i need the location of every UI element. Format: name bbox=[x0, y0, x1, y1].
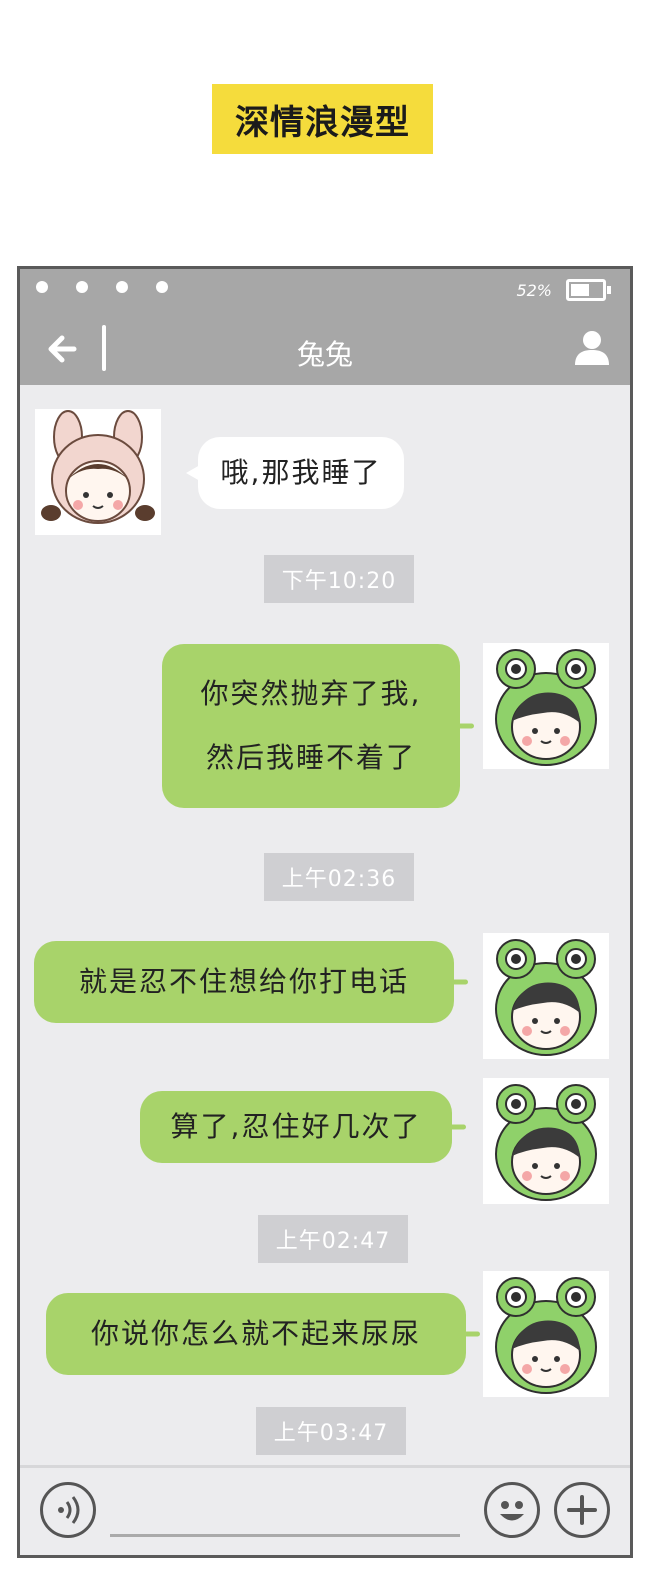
plus-icon bbox=[567, 1495, 597, 1525]
user-avatar[interactable] bbox=[483, 1271, 609, 1397]
timestamp: 上午03:47 bbox=[256, 1407, 406, 1455]
contact-name: 兔兔 bbox=[296, 339, 353, 370]
user-avatar[interactable] bbox=[483, 933, 609, 1059]
signal-dot bbox=[116, 281, 128, 293]
frog-boy-icon bbox=[495, 1277, 597, 1394]
phone-frame: 52% 兔兔 哦,那我睡了 下午10:20 你突然抛弃了我, 然后我睡不着了 上… bbox=[17, 266, 633, 1558]
message-bubble[interactable]: 你说你怎么就不起来尿尿 bbox=[46, 1293, 466, 1375]
battery-icon bbox=[566, 279, 611, 301]
more-button[interactable] bbox=[554, 1482, 610, 1538]
page-title: 深情浪漫型 bbox=[212, 84, 433, 154]
timestamp: 下午10:20 bbox=[264, 555, 414, 603]
emoji-icon bbox=[500, 1501, 524, 1521]
battery-percentage: 52% bbox=[516, 281, 552, 300]
emoji-button[interactable] bbox=[484, 1482, 540, 1538]
user-avatar[interactable] bbox=[483, 1078, 609, 1204]
bunny-girl-icon bbox=[41, 410, 155, 524]
timestamp: 上午02:36 bbox=[264, 853, 414, 901]
profile-icon[interactable] bbox=[572, 327, 612, 367]
user-avatar[interactable] bbox=[483, 643, 609, 769]
voice-button[interactable] bbox=[40, 1482, 96, 1538]
message-bubble[interactable]: 就是忍不住想给你打电话 bbox=[34, 941, 454, 1023]
status-bar: 52% bbox=[20, 269, 630, 313]
chat-header: 兔兔 bbox=[20, 313, 630, 385]
message-bubble[interactable]: 哦,那我睡了 bbox=[186, 437, 404, 509]
signal-dot bbox=[76, 281, 88, 293]
contact-avatar[interactable] bbox=[35, 409, 161, 535]
message-input[interactable] bbox=[110, 1534, 460, 1537]
frog-boy-icon bbox=[495, 1084, 597, 1201]
message-bubble[interactable]: 你突然抛弃了我, 然后我睡不着了 bbox=[162, 644, 460, 808]
frog-boy-icon bbox=[495, 649, 597, 766]
message-bubble[interactable]: 算了,忍住好几次了 bbox=[140, 1091, 452, 1163]
signal-dot bbox=[36, 281, 48, 293]
signal-dot bbox=[156, 281, 168, 293]
timestamp: 上午02:47 bbox=[258, 1215, 408, 1263]
frog-boy-icon bbox=[495, 939, 597, 1056]
input-bar bbox=[20, 1465, 630, 1555]
voice-icon bbox=[58, 1496, 80, 1524]
